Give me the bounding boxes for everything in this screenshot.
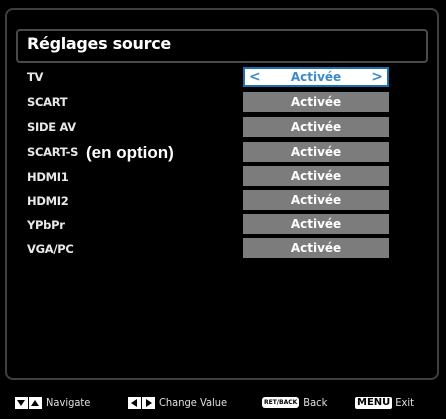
row-label-tv: TV xyxy=(27,70,44,84)
row-value-tv[interactable]: < Activée > xyxy=(243,67,389,87)
row-value-scart[interactable]: Activée xyxy=(243,92,389,112)
row-value-text: Activée xyxy=(290,70,342,84)
footer-change-value: Change Value xyxy=(128,396,227,409)
row-label-vga-pc: VGA/PC xyxy=(27,242,74,256)
row-label-scart-s: SCART-S xyxy=(27,145,79,159)
up-arrow-icon xyxy=(29,396,42,409)
tv-screen: Réglages source TV < Activée > SCART Act… xyxy=(0,0,446,419)
row-label-side-av: SIDE AV xyxy=(27,120,76,134)
down-arrow-icon xyxy=(15,396,28,409)
footer-navigate-label: Navigate xyxy=(46,396,91,409)
chevron-right-icon[interactable]: > xyxy=(371,69,383,85)
footer-back-label: Back xyxy=(303,396,328,409)
row-value-scart-s[interactable]: Activée xyxy=(243,142,389,162)
optional-note: (en option) xyxy=(86,143,174,162)
right-arrow-icon xyxy=(142,396,155,409)
footer-exit-label: Exit xyxy=(395,396,415,409)
page-title: Réglages source xyxy=(27,34,171,53)
left-arrow-icon xyxy=(128,396,141,409)
row-label-scart: SCART xyxy=(27,95,68,109)
menu-key-icon: MENU xyxy=(355,396,393,409)
row-value-vga-pc[interactable]: Activée xyxy=(243,238,389,258)
chevron-left-icon[interactable]: < xyxy=(249,69,261,85)
retback-key-icon: RET/BACK xyxy=(262,397,300,408)
footer-change-value-label: Change Value xyxy=(159,396,228,409)
footer-help-bar: Navigate Change Value RET/BACK Back MENU… xyxy=(0,388,446,419)
row-value-side-av[interactable]: Activée xyxy=(243,117,389,137)
footer-back: RET/BACK Back xyxy=(262,396,327,409)
row-value-hdmi1[interactable]: Activée xyxy=(243,166,389,186)
footer-exit: MENU Exit xyxy=(355,396,414,409)
row-label-hdmi2: HDMI2 xyxy=(27,194,69,208)
row-value-hdmi2[interactable]: Activée xyxy=(243,190,389,210)
footer-navigate: Navigate xyxy=(15,396,90,409)
row-value-ypbpr[interactable]: Activée xyxy=(243,214,389,234)
row-label-hdmi1: HDMI1 xyxy=(27,170,69,184)
row-label-ypbpr: YPbPr xyxy=(27,218,65,232)
